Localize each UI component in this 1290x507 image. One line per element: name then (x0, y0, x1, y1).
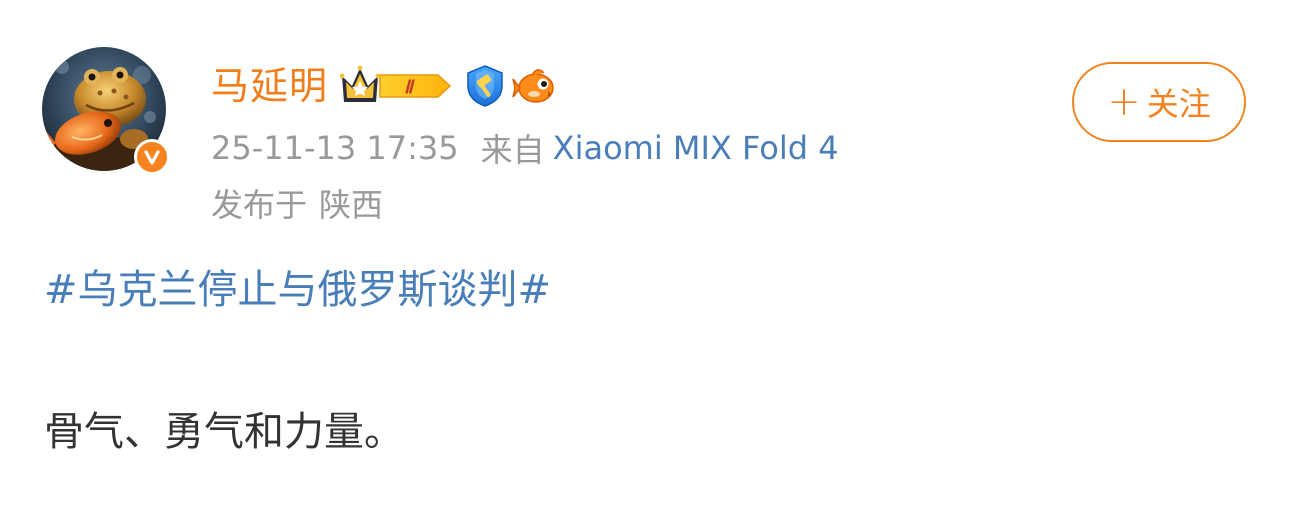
topic-hashtag-link[interactable]: #乌克兰停止与俄罗斯谈判# (44, 262, 551, 318)
device-link[interactable]: Xiaomi MIX Fold 4 (553, 129, 839, 167)
follow-label: 关注 (1146, 85, 1211, 123)
verified-v-icon (134, 139, 170, 175)
post-meta: 25-11-13 17:35 来自 Xiaomi MIX Fold 4 (211, 124, 839, 172)
follow-button[interactable]: + 关注 (1072, 62, 1246, 142)
shield-hammer-icon[interactable] (464, 64, 506, 108)
from-label: 来自 (480, 131, 545, 169)
vip-crown-icon[interactable]: Ⅱ (340, 64, 454, 108)
weibo-post: 马延明 Ⅱ 25-11-13 17:35 来自 Xiaomi MIX Fold … (0, 0, 1290, 507)
avatar[interactable] (42, 47, 170, 175)
plus-icon: + (1107, 79, 1141, 125)
location-label: 发布于 (211, 186, 308, 224)
post-location: 发布于 陕西 (211, 180, 383, 226)
username[interactable]: 马延明 (211, 60, 328, 112)
post-timestamp[interactable]: 25-11-13 17:35 (211, 129, 459, 167)
post-content: 骨气、勇气和力量。 (44, 409, 404, 455)
location-value: 陕西 (319, 186, 384, 224)
orange-fish-icon[interactable] (512, 64, 560, 108)
author-row: 马延明 Ⅱ (211, 60, 560, 112)
